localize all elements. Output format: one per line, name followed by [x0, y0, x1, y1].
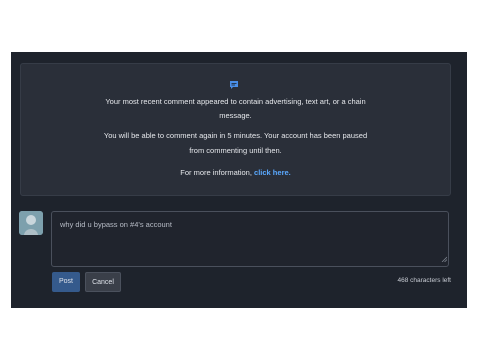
resize-handle-icon[interactable]	[441, 255, 448, 265]
user-avatar	[19, 211, 43, 235]
click-here-link[interactable]: click here.	[254, 168, 291, 177]
comment-icon	[229, 77, 239, 89]
cancel-button[interactable]: Cancel	[85, 272, 121, 292]
notice-text-line-4: from commenting until then.	[189, 146, 282, 155]
characters-left-counter: 468 characters left	[397, 277, 451, 284]
comment-panel: Your most recent comment appeared to con…	[11, 52, 467, 308]
comment-textarea[interactable]: why did u bypass on #4's account	[51, 211, 449, 267]
notice-text-line-1: Your most recent comment appeared to con…	[105, 97, 366, 106]
post-button[interactable]: Post	[52, 272, 80, 292]
notice-info-line: For more information, click here.	[21, 168, 450, 178]
notice-text-line-3: You will be able to comment again in 5 m…	[103, 131, 368, 140]
info-prefix: For more information,	[180, 168, 252, 177]
moderation-notice: Your most recent comment appeared to con…	[20, 63, 451, 196]
notice-text-line-2: message.	[219, 111, 252, 120]
comment-text: why did u bypass on #4's account	[60, 220, 172, 229]
